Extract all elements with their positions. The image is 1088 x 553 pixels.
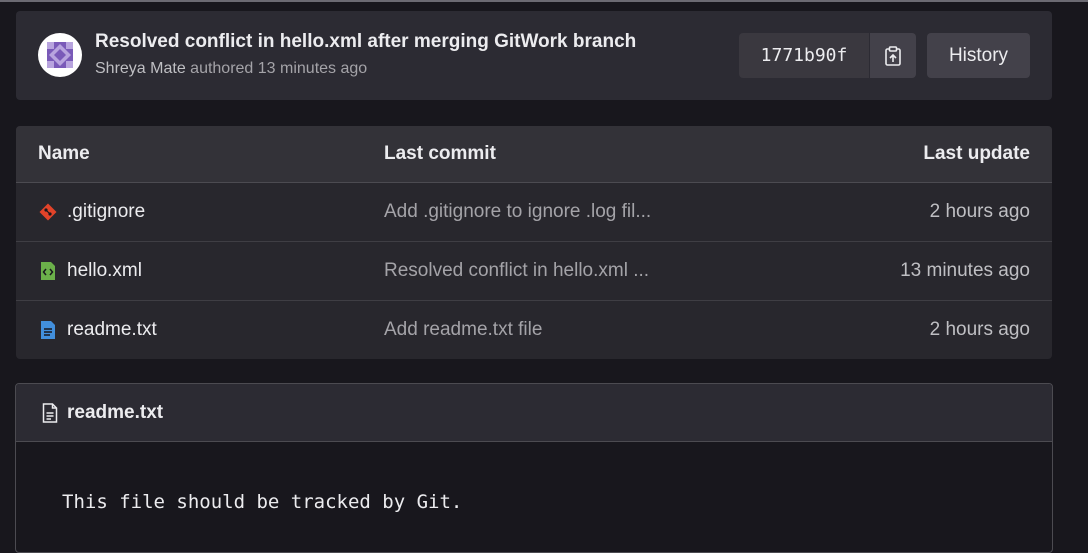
author-avatar[interactable] <box>38 33 82 77</box>
readme-panel: readme.txt This file should be tracked b… <box>15 383 1053 553</box>
last-update-cell: 13 minutes ago <box>900 260 1030 281</box>
readme-content: This file should be tracked by Git. <box>62 491 463 513</box>
last-commit-card: Resolved conflict in hello.xml after mer… <box>16 11 1052 100</box>
file-link[interactable]: hello.xml <box>67 260 142 282</box>
last-commit-link[interactable]: Add readme.txt file <box>384 319 542 341</box>
commit-author-link[interactable]: Shreya Mate <box>95 60 186 77</box>
last-commit-cell: Add readme.txt file <box>384 301 542 359</box>
history-button[interactable]: History <box>927 33 1030 78</box>
identicon-avatar-icon <box>47 42 73 68</box>
table-row: .gitignore Add .gitignore to ignore .log… <box>16 183 1052 242</box>
git-file-icon <box>38 202 58 222</box>
readme-filename: readme.txt <box>67 401 164 423</box>
file-table: Name Last commit Last update .gitignore … <box>16 126 1052 359</box>
last-update-cell: 2 hours ago <box>929 201 1030 222</box>
commit-sha-group: 1771b90f <box>739 33 916 78</box>
file-name-cell: readme.txt <box>38 301 157 359</box>
header-last-commit: Last commit <box>384 143 496 164</box>
last-commit-cell: Resolved conflict in hello.xml ... <box>384 242 649 300</box>
header-name: Name <box>38 143 90 164</box>
table-row: hello.xml Resolved conflict in hello.xml… <box>16 242 1052 301</box>
file-link[interactable]: readme.txt <box>67 319 157 341</box>
top-divider <box>0 0 1088 2</box>
clipboard-copy-icon <box>885 45 901 66</box>
header-last-update: Last update <box>923 143 1030 164</box>
last-update-cell: 2 hours ago <box>929 319 1030 340</box>
commit-authored-time: authored 13 minutes ago <box>185 60 368 77</box>
last-commit-cell: Add .gitignore to ignore .log fil... <box>384 183 651 241</box>
last-commit-link[interactable]: Resolved conflict in hello.xml ... <box>384 260 649 282</box>
last-commit-link[interactable]: Add .gitignore to ignore .log fil... <box>384 201 651 223</box>
file-name-cell: hello.xml <box>38 242 142 300</box>
table-header: Name Last commit Last update <box>16 126 1052 183</box>
commit-sha[interactable]: 1771b90f <box>739 33 869 78</box>
readme-header: readme.txt <box>16 384 1052 442</box>
copy-sha-button[interactable] <box>870 33 916 78</box>
text-file-icon <box>38 320 58 340</box>
document-icon <box>40 402 60 423</box>
file-name-cell: .gitignore <box>38 183 145 241</box>
commit-meta: Shreya Mate authored 13 minutes ago <box>95 60 367 78</box>
file-link[interactable]: .gitignore <box>67 201 145 223</box>
code-file-icon <box>38 261 58 281</box>
commit-title-link[interactable]: Resolved conflict in hello.xml after mer… <box>95 31 636 53</box>
table-row: readme.txt Add readme.txt file 2 hours a… <box>16 301 1052 359</box>
